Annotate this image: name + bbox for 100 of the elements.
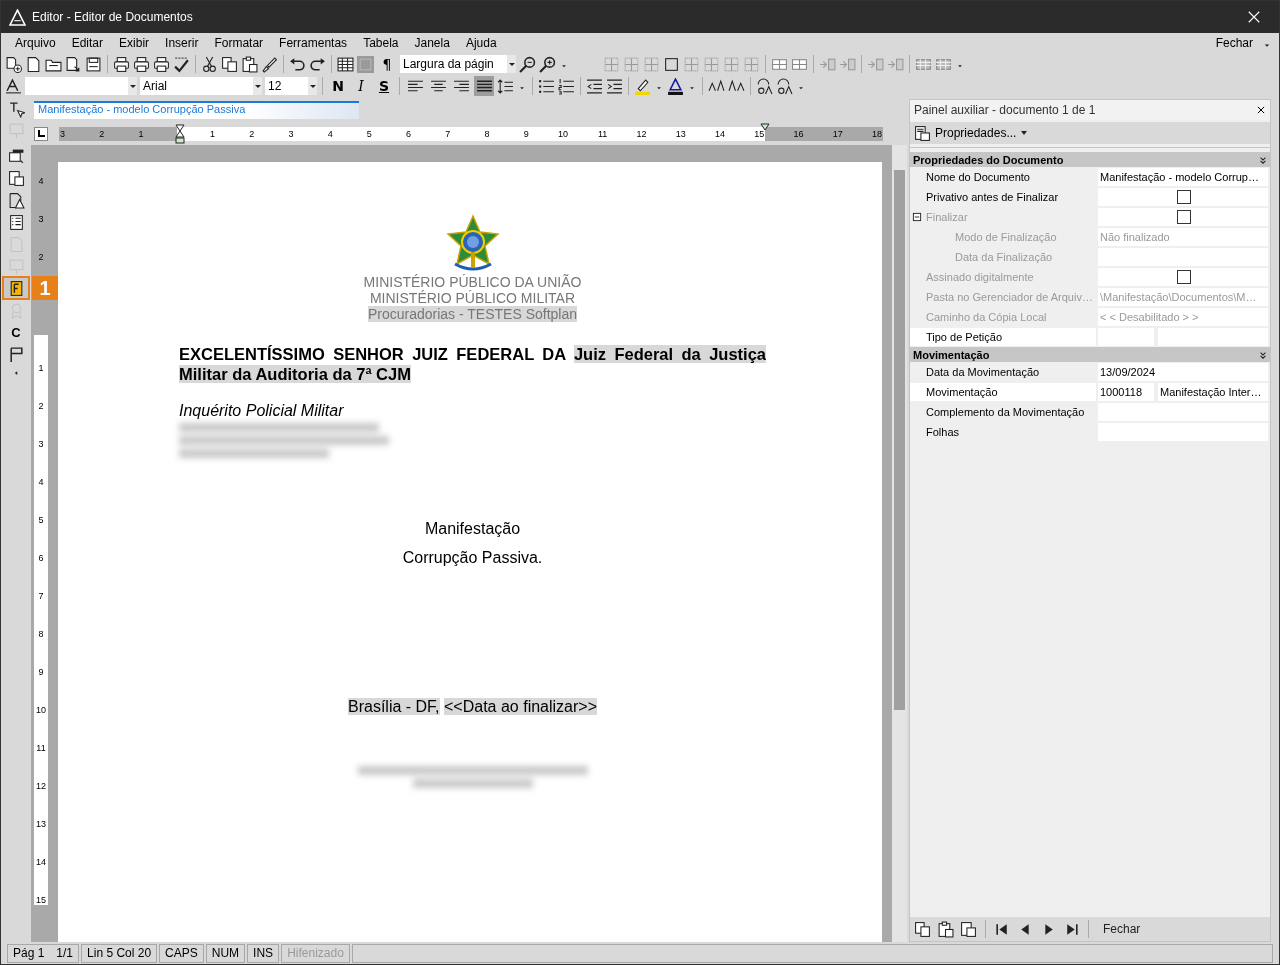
table-icon[interactable] <box>337 55 354 73</box>
numbered-list-icon[interactable] <box>558 77 575 95</box>
paste-icon[interactable] <box>937 920 954 938</box>
status-text: 1/1 <box>56 946 74 960</box>
addressee-text: EXCELENTÍSSIMO SENHOR JUIZ FEDERAL DA Juiz Federal da Justiça Militar da Auditoria da 7ª CJM <box>179 344 766 384</box>
change-case-icon[interactable] <box>776 77 793 95</box>
zoom-in-icon[interactable] <box>539 55 556 73</box>
line-spacing-icon[interactable] <box>497 77 514 95</box>
property-value[interactable]: Manifestação - modelo Corrup… <box>1098 168 1268 186</box>
menu-item[interactable]: Ferramentas <box>271 36 356 50</box>
window-title: Editor - Editor de Documentos <box>32 10 194 24</box>
indent-marker[interactable] <box>760 123 770 133</box>
ruler-number: 10 <box>529 127 570 141</box>
ruler-number: 4 <box>34 162 48 200</box>
place-date-field: Brasília - DF, <box>348 698 440 715</box>
status-text: NUM <box>211 946 240 960</box>
ruler-number: 5 <box>333 127 373 141</box>
property-value[interactable]: Manifestação Inter… <box>1158 383 1268 401</box>
menu-item[interactable]: Inserir <box>157 36 207 50</box>
document-tab[interactable]: Manifestação - modelo Corrupção Passiva <box>34 101 359 119</box>
property-label: Assinado digitalmente <box>926 271 1034 283</box>
close-icon[interactable] <box>1256 105 1266 115</box>
vertical-scrollbar[interactable] <box>892 145 907 942</box>
close-button[interactable]: Fechar <box>1097 921 1147 937</box>
stack-icon <box>7 147 25 165</box>
save-icon[interactable] <box>85 55 102 73</box>
font-size-select[interactable]: 12 <box>265 77 317 95</box>
bold-button[interactable]: N <box>328 76 348 96</box>
property-label: Modo de Finalização <box>955 231 1057 243</box>
property-label: Folhas <box>926 426 960 438</box>
menu-item[interactable]: Janela <box>406 36 458 50</box>
paste-icon[interactable] <box>960 920 977 938</box>
case-type: Inquérito Policial Militar <box>179 402 345 420</box>
zoom-select[interactable]: Largura da págin <box>400 55 516 73</box>
tab-stop-selector[interactable] <box>34 127 48 141</box>
property-label: Caminho da Cópia Local <box>926 311 1047 323</box>
copy-icon[interactable] <box>914 920 931 938</box>
font-color-icon[interactable] <box>667 77 684 95</box>
document-arrow-icon[interactable] <box>65 55 82 73</box>
document-title: Manifestação <box>423 520 522 538</box>
text-cursor-icon[interactable] <box>7 101 25 118</box>
underline-button[interactable]: S <box>374 76 394 96</box>
close-menu[interactable]: Fechar <box>1207 36 1261 50</box>
properties-button[interactable]: Propriedades... <box>910 122 1270 144</box>
menu-item[interactable]: Arquivo <box>7 36 64 50</box>
indent-icon[interactable] <box>606 77 623 95</box>
property-label: Data da Finalização <box>955 251 1053 263</box>
scissors-icon[interactable] <box>201 55 218 73</box>
callout-badge: 1 <box>32 276 58 300</box>
border-box-icon[interactable] <box>663 55 680 73</box>
property-label: Data da Movimentação <box>926 366 1040 378</box>
ruler-number: 18 <box>843 127 883 141</box>
checkbox[interactable] <box>1177 190 1191 204</box>
bullet-list-icon[interactable] <box>538 77 555 95</box>
menu-item[interactable]: Tabela <box>355 36 407 50</box>
italic-button[interactable]: I <box>351 76 371 96</box>
brush-icon[interactable] <box>261 55 278 73</box>
letterhead-line: MINISTÉRIO PÚBLICO DA UNIÃO <box>363 274 582 290</box>
printer-icon[interactable] <box>133 55 150 73</box>
property-label: Finalizar <box>926 211 968 223</box>
style-icon[interactable] <box>5 77 22 95</box>
menu-item[interactable]: Exibir <box>111 36 158 50</box>
status-text: INS <box>253 946 274 960</box>
section-header[interactable]: Propriedades do Documento <box>910 152 1270 167</box>
ruler-number: 1 <box>137 127 177 141</box>
print-icon[interactable] <box>113 55 130 73</box>
paste-icon[interactable] <box>241 55 258 73</box>
pilcrow-button[interactable]: ¶ <box>377 54 397 74</box>
toolbar-button[interactable]: C <box>4 322 28 342</box>
new-document-icon[interactable] <box>5 55 22 73</box>
spellcheck-icon[interactable] <box>173 55 190 73</box>
indent-marker[interactable] <box>175 123 185 145</box>
outdent-icon[interactable] <box>586 77 603 95</box>
ruler-number: 2 <box>34 238 48 276</box>
box-icon <box>7 257 25 275</box>
list-icon <box>7 213 25 231</box>
ruler-number: 4 <box>294 127 334 141</box>
property-value[interactable]: 1000118 <box>1098 383 1154 401</box>
status-text: Lin 5 Col 20 <box>87 946 152 960</box>
place-date-field: <<Data ao finalizar>> <box>444 698 597 715</box>
page-icon[interactable] <box>25 55 42 73</box>
panel-title: Painel auxiliar - documento 1 de 1 <box>914 103 1096 117</box>
menu-item[interactable]: Formatar <box>206 36 272 50</box>
property-value[interactable]: 13/09/2024 <box>1098 363 1268 381</box>
ruler-number: 16 <box>765 127 805 141</box>
property-label: Nome do Documento <box>926 171 1030 183</box>
zoom-out-icon[interactable] <box>519 55 536 73</box>
ruler-number: 11 <box>569 127 609 141</box>
copy-icon[interactable] <box>221 55 238 73</box>
font-select[interactable]: Arial <box>140 77 262 95</box>
change-case-icon[interactable] <box>756 77 773 95</box>
menu-item[interactable]: Ajuda <box>457 36 505 50</box>
ruler-number: 6 <box>372 127 413 141</box>
ruler-number: 14 <box>686 127 726 141</box>
printer-icon[interactable] <box>153 55 170 73</box>
section-header[interactable]: Movimentação <box>910 347 1270 362</box>
justify-button[interactable] <box>474 76 494 96</box>
menu-item[interactable]: Editar <box>63 36 112 50</box>
property-label: Pasta no Gerenciador de Arquiv… <box>926 291 1093 303</box>
highlighter-icon[interactable] <box>634 77 651 95</box>
